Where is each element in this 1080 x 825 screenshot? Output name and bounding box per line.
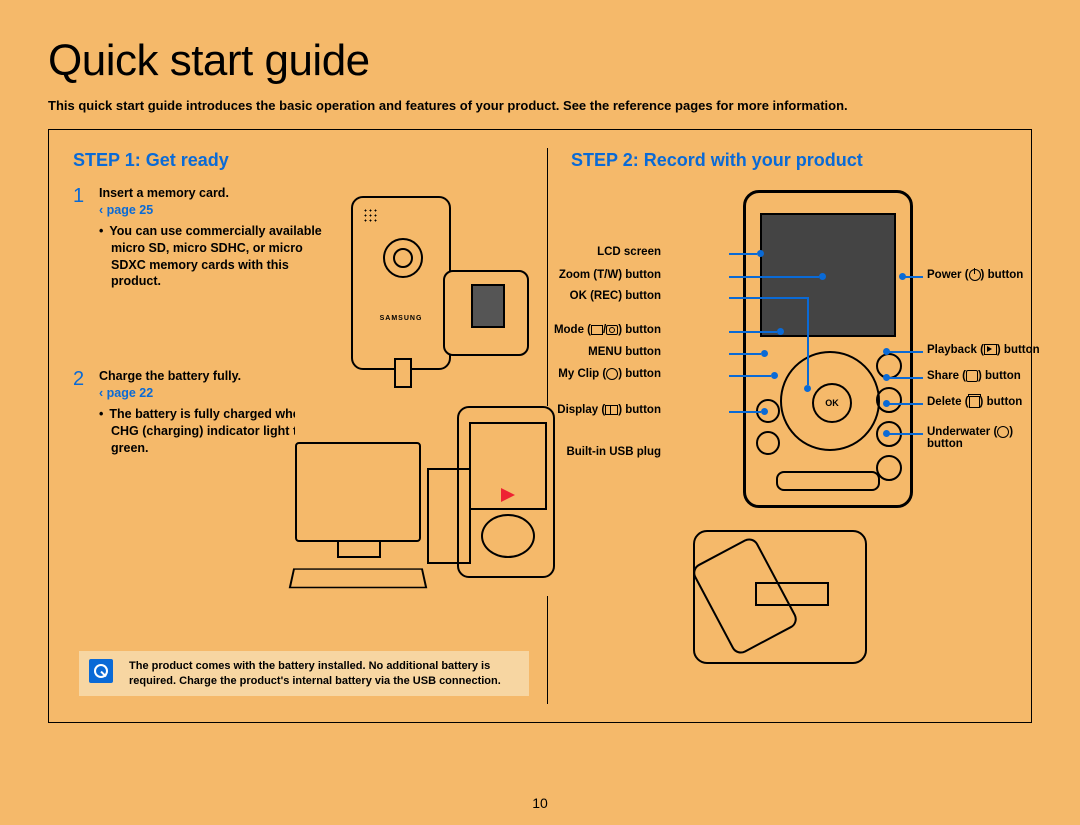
note-box: The product comes with the battery insta…: [79, 651, 529, 696]
page-ref-link[interactable]: ‹ page 25: [99, 203, 153, 217]
camera-icon: [606, 325, 618, 335]
display-icon: [605, 405, 618, 415]
leader-dot: [883, 400, 890, 407]
label-underwater-button: Underwater () button: [927, 426, 1037, 450]
leader-dot: [883, 348, 890, 355]
lcd-screen-icon: [760, 213, 896, 337]
leader-line: [729, 375, 771, 377]
page-number: 10: [0, 795, 1080, 811]
leader-line: [889, 433, 923, 435]
keyboard-icon: [289, 568, 428, 588]
step1-column: STEP 1: Get ready 1 Insert a memory card…: [73, 150, 531, 475]
speaker-icon: [363, 208, 379, 224]
leader-dot: [899, 273, 906, 280]
intro-text: This quick start guide introduces the ba…: [48, 98, 1032, 113]
lens-icon: [383, 238, 423, 278]
page-ref-link[interactable]: ‹ page 22: [99, 386, 153, 400]
leader-line: [729, 331, 777, 333]
underwater-icon: [997, 426, 1009, 438]
leader-dot: [757, 250, 764, 257]
leader-dot: [819, 273, 826, 280]
leader-dot: [777, 328, 784, 335]
memory-card-callout: [443, 270, 529, 356]
item-text: Insert a memory card.: [99, 186, 229, 200]
leader-line: [729, 297, 807, 299]
usb-plug-detail-icon: [755, 582, 829, 606]
leader-line: [905, 276, 923, 278]
leader-line: [729, 253, 757, 255]
step1-heading: STEP 1: Get ready: [73, 150, 531, 171]
label-delete-button: Delete () button: [927, 396, 1022, 408]
note-text: The product comes with the battery insta…: [129, 660, 501, 686]
leader-line: [729, 411, 761, 413]
leader-dot: [883, 430, 890, 437]
leader-dot: [761, 350, 768, 357]
label-power-button: Power () button: [927, 269, 1023, 281]
share-icon: [966, 370, 978, 382]
step2-column: STEP 2: Record with your product OK LCD …: [571, 150, 1007, 185]
manual-page: Quick start guide This quick start guide…: [0, 0, 1080, 825]
memory-card-icon: [471, 284, 505, 328]
label-zoom-button: Zoom (T/W) button: [559, 269, 661, 281]
label-menu-button: MENU button: [588, 346, 661, 358]
video-icon: [591, 325, 603, 335]
label-playback-button: Playback () button: [927, 344, 1040, 356]
leader-line: [889, 351, 923, 353]
insert-arrow-icon: [501, 488, 515, 502]
leader-dot: [761, 408, 768, 415]
item-number: 1: [73, 183, 84, 210]
content-frame: STEP 1: Get ready 1 Insert a memory card…: [48, 129, 1032, 723]
left-side-buttons-icon: [756, 399, 780, 463]
page-title: Quick start guide: [48, 36, 1032, 86]
bottom-bar-icon: [776, 471, 880, 491]
usb-plug-icon: [394, 358, 412, 388]
device-brand-label: SAMSUNG: [353, 315, 449, 322]
leader-line: [729, 353, 761, 355]
leader-line: [889, 403, 923, 405]
item-bullet: You can use commercially available micro…: [111, 223, 334, 291]
leader-line: [729, 276, 819, 278]
item-number: 2: [73, 366, 84, 393]
monitor-icon: [295, 442, 421, 542]
usb-callout: [693, 530, 867, 664]
label-lcd-screen: LCD screen: [597, 246, 661, 258]
power-icon: [969, 269, 981, 281]
control-pad-icon: OK: [780, 351, 880, 451]
label-mode-button: Mode (/) button: [554, 324, 661, 336]
ok-button-icon: OK: [812, 383, 852, 423]
label-ok-rec-button: OK (REC) button: [570, 290, 661, 302]
leader-dot: [883, 374, 890, 381]
label-usb-plug: Built-in USB plug: [566, 446, 661, 458]
leader-line: [807, 297, 809, 385]
label-display-button: Display () button: [557, 404, 661, 416]
step1-item-1: 1 Insert a memory card. ‹ page 25 You ca…: [73, 185, 334, 290]
trash-icon: [969, 396, 980, 408]
leader-dot: [804, 385, 811, 392]
device-front-illustration: SAMSUNG: [351, 196, 451, 370]
label-share-button: Share () button: [927, 370, 1021, 382]
item-text: Charge the battery fully.: [99, 369, 241, 383]
leader-dot: [771, 372, 778, 379]
note-icon: [89, 659, 113, 683]
step2-heading: STEP 2: Record with your product: [571, 150, 1007, 171]
charging-illustration: [295, 406, 555, 596]
clip-icon: [606, 368, 618, 380]
leader-line: [889, 377, 923, 379]
label-myclip-button: My Clip () button: [558, 368, 661, 380]
playback-icon: [984, 344, 997, 355]
